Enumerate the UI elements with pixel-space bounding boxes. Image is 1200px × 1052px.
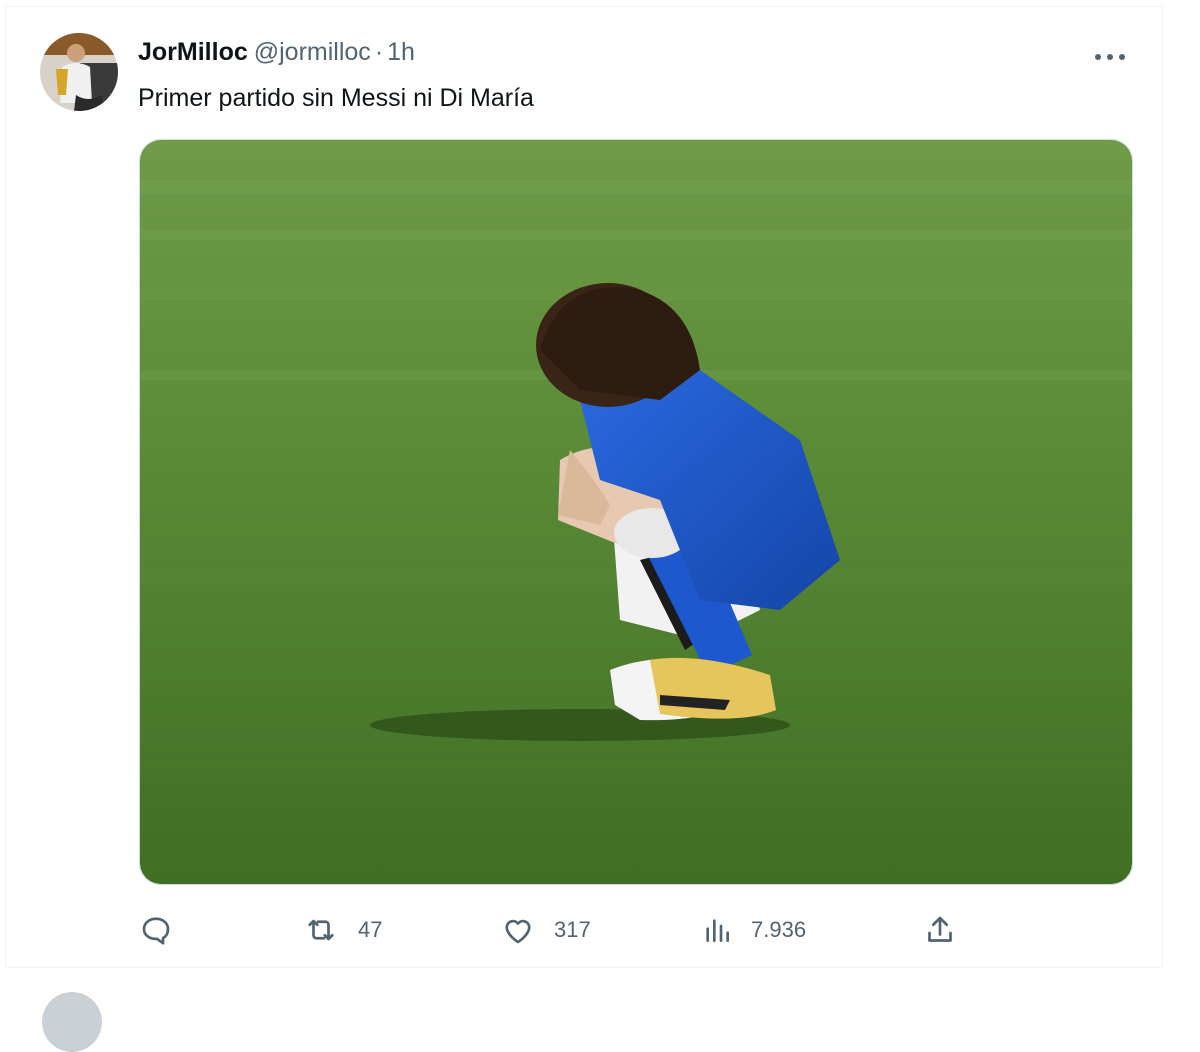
reply-button[interactable] [138,910,192,950]
like-button[interactable]: 317 [500,910,591,950]
views-count: 7.936 [751,917,807,942]
divider [6,6,1162,7]
views-chart-icon [706,919,729,942]
reply-icon [142,917,170,945]
photo-child-squatting-on-pitch [140,140,1132,884]
retweet-icon [308,919,334,941]
header-separator: · [374,38,384,66]
like-count: 317 [554,917,591,942]
author-avatar[interactable] [40,33,118,111]
tweet-text: Primer partido sin Messi ni Di María [138,84,534,112]
share-button[interactable] [922,910,958,950]
heart-icon [505,919,531,944]
tweet-actions: 47 317 7.936 [138,910,968,950]
next-tweet-avatar[interactable] [42,992,102,1052]
tweet-photo[interactable] [139,139,1133,885]
tweet-header: JorMilloc @jormilloc · 1h [138,38,415,67]
share-icon [928,916,952,942]
tweet-card[interactable]: JorMilloc @jormilloc · 1h Primer partido si… [5,6,1163,968]
author-handle[interactable]: @jormilloc [254,38,371,66]
views-button[interactable]: 7.936 [701,910,806,950]
tweet-timestamp[interactable]: 1h [387,38,415,66]
author-name[interactable]: JorMilloc [138,38,248,66]
more-options-button[interactable] [1092,42,1128,72]
avatar-image [40,33,118,111]
more-dots-icon [1095,54,1125,60]
retweet-button[interactable]: 47 [302,910,382,950]
retweet-count: 47 [358,917,383,942]
